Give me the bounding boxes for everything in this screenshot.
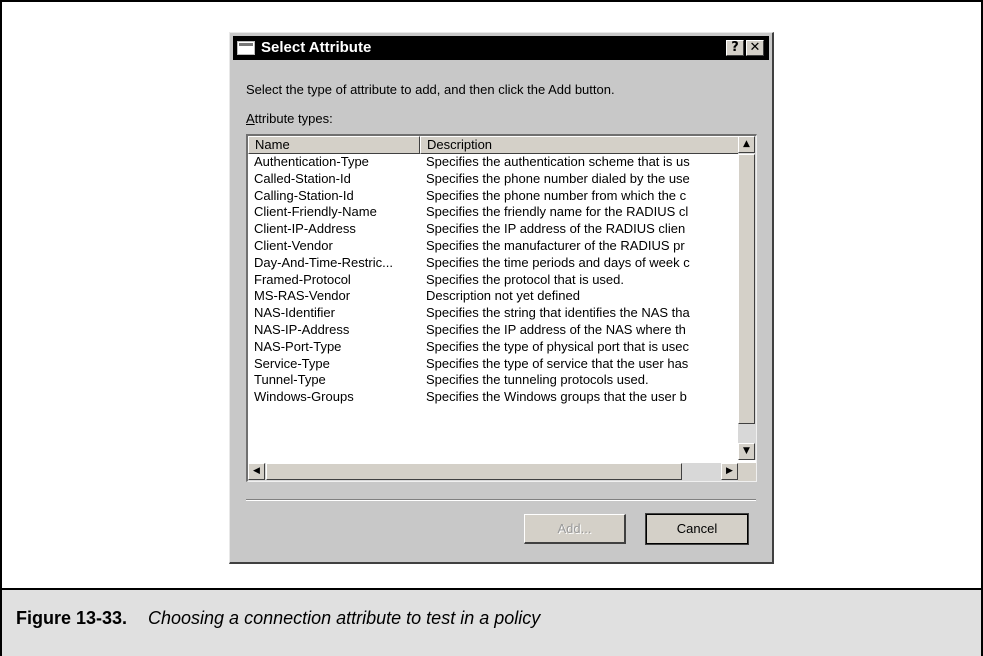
list-item[interactable]: MS-RAS-Vendor Description not yet defined	[248, 288, 738, 305]
attribute-description: Specifies the IP address of the NAS wher…	[426, 321, 686, 337]
list-item[interactable]: Day-And-Time-Restric... Specifies the tim…	[248, 255, 738, 272]
attribute-name: Client-Friendly-Name	[254, 204, 377, 220]
add-button[interactable]: Add...	[524, 514, 626, 544]
attribute-name: Calling-Station-Id	[254, 187, 354, 203]
attribute-description: Specifies the time periods and days of w…	[426, 254, 690, 270]
horizontal-scroll-thumb[interactable]	[266, 463, 682, 480]
figure-caption-bar: Figure 13-33. Choosing a connection attr…	[2, 588, 981, 656]
list-item[interactable]: NAS-IP-Address Specifies the IP address o…	[248, 322, 738, 339]
attribute-description: Specifies the tunneling protocols used.	[426, 372, 649, 388]
attribute-name: NAS-IP-Address	[254, 321, 350, 337]
figure-label: Figure 13-33.	[16, 608, 128, 628]
column-header-name[interactable]: Name	[248, 136, 420, 154]
title-bar: Select Attribute ? ✕	[233, 36, 769, 60]
cancel-button[interactable]: Cancel	[645, 513, 749, 545]
attribute-description: Specifies the phone number from which th…	[426, 187, 687, 203]
attribute-name: MS-RAS-Vendor	[254, 288, 351, 304]
attribute-description: Specifies the authentication scheme that…	[426, 154, 690, 169]
list-item[interactable]: Client-Friendly-Name Specifies the friend…	[248, 204, 738, 221]
attribute-description: Specifies the string that identifies the…	[426, 305, 690, 321]
attribute-description: Specifies the friendly name for the RADI…	[426, 204, 689, 220]
attribute-description: Specifies the type of physical port that…	[426, 338, 690, 354]
list-item[interactable]: Framed-Protocol Specifies the protocol th…	[248, 272, 738, 289]
attribute-name: Tunnel-Type	[254, 372, 326, 388]
instruction-text: Select the type of attribute to add, and…	[246, 82, 615, 97]
attribute-name: Service-Type	[254, 355, 330, 371]
vertical-scroll-thumb[interactable]	[738, 154, 755, 424]
close-button[interactable]: ✕	[746, 40, 764, 56]
attribute-name: Called-Station-Id	[254, 170, 351, 186]
attribute-types-access-key: A	[246, 111, 255, 126]
vertical-scrollbar[interactable]: ▲ ▼	[738, 136, 756, 460]
attribute-description: Specifies the phone number dialed by the…	[426, 170, 690, 186]
list-item[interactable]: NAS-Port-Type Specifies the type of physi…	[248, 339, 738, 356]
dialog-title: Select Attribute	[261, 39, 372, 56]
list-item[interactable]: Calling-Station-Id Specifies the phone nu…	[248, 188, 738, 205]
attribute-name: Day-And-Time-Restric...	[254, 254, 393, 270]
attribute-name: Windows-Groups	[254, 389, 354, 405]
attribute-name: NAS-Port-Type	[254, 338, 342, 354]
list-item[interactable]: Authentication-Type Specifies the authent…	[248, 154, 738, 171]
scrollbar-corner	[738, 463, 756, 481]
list-item[interactable]: Client-Vendor Specifies the manufacturer …	[248, 238, 738, 255]
column-header-description[interactable]: Description	[420, 136, 756, 154]
help-button[interactable]: ?	[726, 40, 744, 56]
figure-frame: Select Attribute ? ✕ Select the type of …	[0, 0, 983, 656]
scroll-right-icon[interactable]: ▶	[721, 463, 738, 480]
attribute-description: Specifies the IP address of the RADIUS c…	[426, 221, 686, 237]
attribute-description: Specifies the protocol that is used.	[426, 271, 625, 287]
list-item[interactable]: Tunnel-Type Specifies the tunneling proto…	[248, 372, 738, 389]
list-rows: Authentication-Type Specifies the authent…	[248, 154, 738, 460]
attribute-name: Authentication-Type	[254, 154, 369, 169]
horizontal-scrollbar[interactable]: ◀ ▶	[248, 463, 738, 481]
attribute-description: Description not yet defined	[426, 288, 580, 304]
select-attribute-dialog: Select Attribute ? ✕ Select the type of …	[229, 32, 774, 564]
figure-caption: Choosing a connection attribute to test …	[148, 608, 541, 628]
attribute-name: Framed-Protocol	[254, 271, 351, 287]
attribute-name: NAS-Identifier	[254, 305, 335, 321]
attribute-name: Client-Vendor	[254, 237, 333, 253]
list-item[interactable]: NAS-Identifier Specifies the string that …	[248, 305, 738, 322]
scroll-down-icon[interactable]: ▼	[738, 443, 755, 460]
list-item[interactable]: Client-IP-Address Specifies the IP addres…	[248, 221, 738, 238]
attribute-description: Specifies the Windows groups that the us…	[426, 389, 687, 405]
scroll-up-icon[interactable]: ▲	[738, 136, 755, 153]
list-item[interactable]: Service-Type Specifies the type of servic…	[248, 356, 738, 373]
separator	[246, 499, 756, 501]
attribute-description: Specifies the manufacturer of the RADIUS…	[426, 237, 685, 253]
list-header: Name Description	[248, 136, 756, 154]
attribute-description: Specifies the type of service that the u…	[426, 355, 689, 371]
list-item[interactable]: Called-Station-Id Specifies the phone num…	[248, 171, 738, 188]
scroll-left-icon[interactable]: ◀	[248, 463, 265, 480]
attribute-types-label-text: ttribute types:	[254, 111, 333, 126]
window-icon	[237, 41, 255, 55]
attribute-name: Client-IP-Address	[254, 221, 356, 237]
attribute-types-label: Attribute types:	[246, 111, 333, 126]
attribute-types-list[interactable]: Name Description Authentication-Type Spec…	[246, 134, 757, 482]
list-item[interactable]: Windows-Groups Specifies the Windows grou…	[248, 389, 738, 406]
